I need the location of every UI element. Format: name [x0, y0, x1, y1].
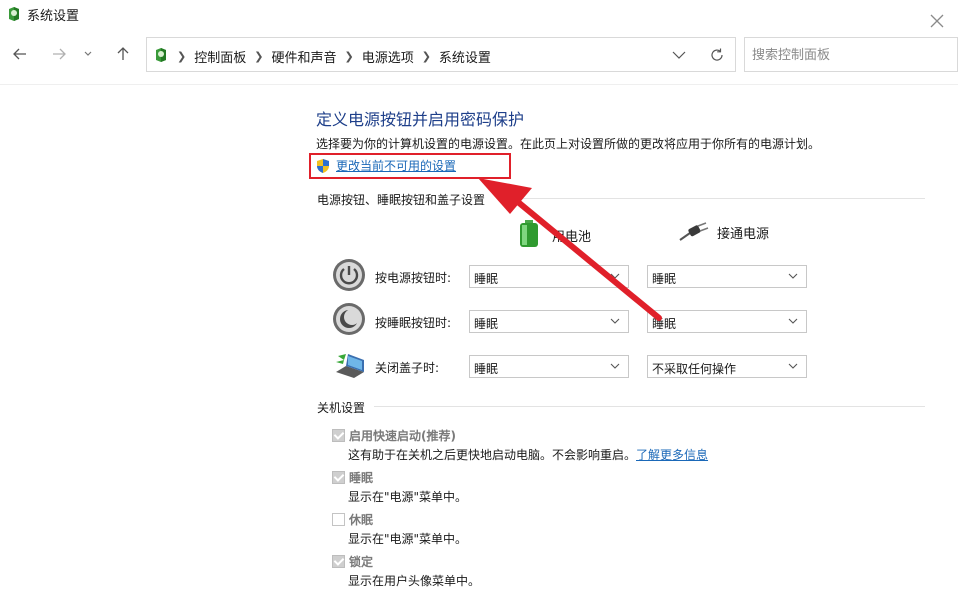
select-value: 睡眠 [652, 317, 677, 331]
page-description: 选择要为你的计算机设置的电源设置。在此页上对设置所做的更改将应用于你所有的电源计… [316, 137, 821, 151]
breadcrumb-item[interactable]: 控制面板 [194, 47, 246, 66]
chevron-down-icon [84, 51, 92, 56]
search-box[interactable] [744, 37, 958, 72]
sleep-checkbox[interactable] [332, 471, 345, 484]
fast-startup-desc-text: 这有助于在关机之后更快地启动电脑。不会影响重启。 [348, 448, 637, 462]
divider [0, 84, 958, 85]
fast-startup-option[interactable]: 启用快速启动(推荐) [332, 427, 456, 444]
recent-dropdown-button[interactable] [78, 42, 98, 66]
battery-column-header: 用电池 [518, 220, 592, 248]
arrow-left-icon [13, 48, 26, 60]
learn-more-link[interactable]: 了解更多信息 [636, 448, 708, 462]
section-divider [374, 406, 925, 407]
lock-option-label: 锁定 [349, 555, 374, 569]
chevron-down-icon [788, 318, 798, 324]
chevron-right-icon: ❯ [421, 50, 431, 63]
select-value: 睡眠 [652, 272, 677, 286]
fast-startup-description: 这有助于在关机之后更快地启动电脑。不会影响重启。了解更多信息 [348, 446, 708, 463]
sleep-button-battery-select[interactable]: 睡眠 [469, 310, 629, 333]
chevron-down-icon [610, 363, 620, 369]
power-button-plugged-select[interactable]: 睡眠 [647, 265, 807, 288]
arrow-up-icon [117, 47, 129, 60]
select-value: 不采取任何操作 [652, 362, 737, 376]
power-plug-icon [679, 222, 709, 241]
annotation-arrow [478, 178, 662, 321]
address-bar[interactable]: ❯ 控制面板 ❯ 硬件和声音 ❯ 电源选项 ❯ 系统设置 [146, 37, 736, 72]
fast-startup-label: 启用快速启动(推荐) [349, 429, 456, 443]
breadcrumb-item[interactable]: 电源选项 [362, 47, 414, 66]
page-title: 定义电源按钮并启用密码保护 [316, 110, 525, 129]
close-lid-label: 关闭盖子时: [375, 361, 440, 375]
close-icon[interactable] [928, 12, 946, 30]
window-title: 系统设置 [27, 9, 80, 24]
power-button-label: 按电源按钮时: [375, 271, 452, 285]
power-section-title: 电源按钮、睡眠按钮和盖子设置 [317, 193, 486, 207]
sleep-icon [333, 303, 365, 335]
forward-button[interactable] [47, 42, 71, 66]
plugged-label: 接通电源 [717, 226, 770, 242]
sleep-option-description: 显示在"电源"菜单中。 [348, 490, 468, 504]
chevron-right-icon: ❯ [254, 50, 264, 63]
title-bar: 系统设置 [0, 0, 958, 30]
chevron-right-icon: ❯ [344, 50, 354, 63]
battery-label: 用电池 [552, 229, 592, 245]
lock-checkbox[interactable] [332, 555, 345, 568]
chevron-down-icon [788, 273, 798, 279]
sleep-option-label: 睡眠 [349, 471, 374, 485]
lock-option-description: 显示在用户头像菜单中。 [348, 574, 481, 588]
plugged-column-header: 接通电源 [678, 222, 769, 242]
control-panel-icon [9, 7, 19, 21]
hibernate-option-description: 显示在"电源"菜单中。 [348, 532, 468, 546]
control-panel-icon [156, 48, 166, 62]
chevron-down-icon [788, 363, 798, 369]
highlight-box [309, 153, 511, 179]
hibernate-option-label: 休眠 [349, 513, 374, 527]
back-button[interactable] [8, 42, 32, 66]
select-value: 睡眠 [474, 317, 499, 331]
select-value: 睡眠 [474, 362, 499, 376]
breadcrumb-item[interactable]: 硬件和声音 [271, 47, 336, 66]
chevron-down-icon[interactable] [670, 46, 688, 64]
close-lid-battery-select[interactable]: 睡眠 [469, 355, 629, 378]
section-divider [497, 198, 925, 199]
chevron-down-icon [610, 273, 620, 279]
battery-icon [520, 220, 538, 247]
up-button[interactable] [111, 42, 135, 66]
select-value: 睡眠 [474, 272, 499, 286]
shutdown-section-title: 关机设置 [317, 401, 366, 415]
hibernate-option[interactable]: 休眠 [332, 511, 373, 528]
power-icon [333, 259, 365, 291]
power-button-battery-select[interactable]: 睡眠 [469, 265, 629, 288]
chevron-down-icon [610, 318, 620, 324]
refresh-icon[interactable] [708, 46, 726, 64]
sleep-button-plugged-select[interactable]: 睡眠 [647, 310, 807, 333]
sleep-button-label: 按睡眠按钮时: [375, 316, 452, 330]
chevron-right-icon: ❯ [177, 50, 187, 63]
breadcrumb-item[interactable]: 系统设置 [439, 47, 491, 66]
laptop-lid-icon [336, 354, 364, 378]
breadcrumb: ❯ 控制面板 ❯ 硬件和声音 ❯ 电源选项 ❯ 系统设置 [177, 47, 491, 66]
sleep-option[interactable]: 睡眠 [332, 469, 373, 486]
arrow-right-icon [53, 48, 66, 60]
fast-startup-checkbox[interactable] [332, 429, 345, 442]
hibernate-checkbox[interactable] [332, 513, 345, 526]
search-input[interactable] [752, 46, 952, 64]
lock-option[interactable]: 锁定 [332, 553, 373, 570]
close-lid-plugged-select[interactable]: 不采取任何操作 [647, 355, 807, 378]
